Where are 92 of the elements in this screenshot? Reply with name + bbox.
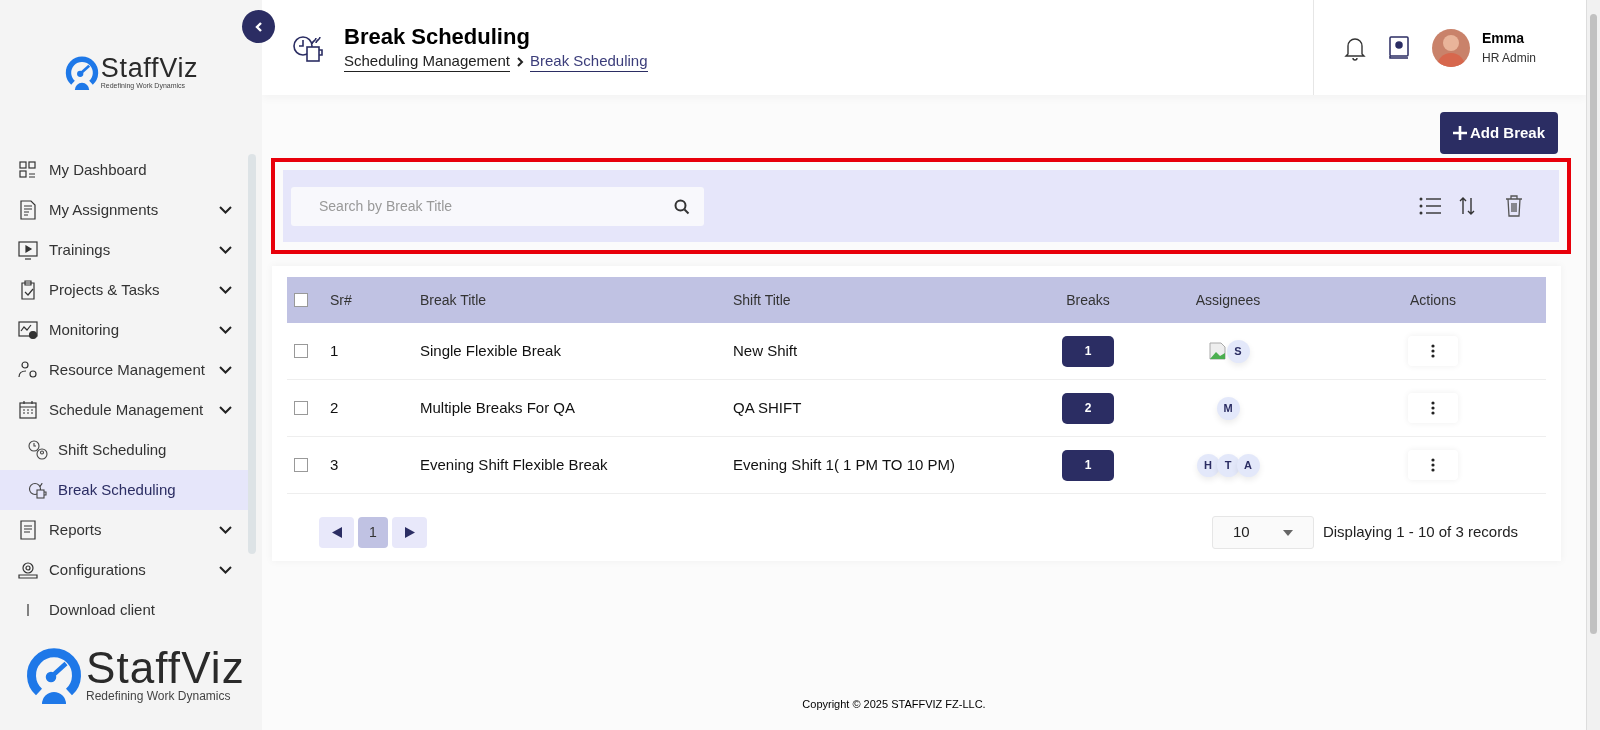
search-icon	[674, 198, 690, 215]
table-cell-text: Evening Shift 1( 1 PM TO 10 PM)	[733, 454, 957, 475]
chevron-down-icon	[219, 366, 232, 374]
logo-wordmark: StaffViz	[100, 55, 199, 82]
triangle-right-icon	[404, 527, 415, 538]
chevron-down-icon	[219, 566, 232, 574]
table-cell-text: 1	[330, 340, 340, 361]
row-checkbox[interactable]	[294, 401, 308, 415]
chart-gauge-icon	[18, 320, 38, 340]
table-cell-text: 3	[330, 454, 340, 475]
actions-button[interactable]	[1408, 450, 1458, 480]
clock-user-icon	[28, 440, 48, 460]
table-cell-text: Single Flexible Break	[420, 340, 562, 361]
play-screen-icon	[18, 240, 38, 260]
document-icon	[18, 200, 38, 220]
chevron-down-icon	[219, 326, 232, 334]
page-button[interactable]: 1	[358, 517, 388, 548]
nav-item[interactable]: My Dashboard	[0, 150, 248, 190]
list-icon[interactable]	[1419, 197, 1441, 215]
logo-tagline: Redefining Work Dynamics	[86, 690, 232, 702]
table-cell-text: Multiple Breaks For QA	[420, 397, 577, 418]
chevron-down-icon	[219, 206, 232, 214]
nav-item[interactable]: Schedule Management	[0, 390, 248, 430]
logo-icon	[63, 54, 100, 90]
coffee-clock-icon	[28, 480, 48, 500]
nav-item[interactable]: Resource Management	[0, 350, 248, 390]
assignee-avatar: M	[1216, 396, 1240, 420]
breadcrumb-link[interactable]: Scheduling Management	[344, 52, 510, 73]
chevron-down-icon	[219, 526, 232, 534]
avatar[interactable]	[1431, 28, 1470, 67]
nav-subitem[interactable]: Shift Scheduling	[0, 430, 248, 470]
column-header: Shift Title	[733, 290, 792, 310]
breadcrumb-link[interactable]: Break Scheduling	[529, 52, 648, 73]
user-role: HR Admin	[1481, 50, 1536, 67]
actions-button[interactable]	[1408, 393, 1458, 423]
caret-down-icon	[1282, 529, 1293, 536]
more-vertical-icon	[1431, 344, 1435, 358]
report-icon	[18, 520, 38, 540]
nav-item[interactable]: Configurations	[0, 550, 248, 590]
nav-item[interactable]: Monitoring	[0, 310, 248, 350]
gear-screen-icon	[18, 560, 38, 580]
records-summary: Displaying 1 - 10 of 3 records	[1322, 522, 1518, 543]
page-title: Break Scheduling	[344, 22, 531, 51]
column-header: Sr#	[330, 290, 353, 310]
nav-item[interactable]: Trainings	[0, 230, 248, 270]
broken-image-icon	[1209, 342, 1227, 360]
assignee-avatar: A	[1236, 453, 1260, 477]
breaks-count-badge: 1	[1062, 335, 1114, 367]
table-cell-text: Evening Shift Flexible Break	[420, 454, 609, 475]
copyright-text: Copyright © 2025 STAFFVIZ FZ-LLC.	[801, 696, 987, 712]
table-cell-text: New Shift	[733, 340, 799, 361]
user-name: Emma	[1481, 29, 1525, 48]
nav-item[interactable]: Reports	[0, 510, 248, 550]
column-header: Actions	[1409, 290, 1457, 310]
nav-subitem[interactable]: Break Scheduling	[0, 470, 248, 510]
nav-item[interactable]: Projects & Tasks	[0, 270, 248, 310]
calendar-icon	[18, 400, 38, 420]
trash-icon[interactable]	[1505, 195, 1523, 217]
previous-page-button[interactable]	[319, 517, 354, 548]
clipboard-check-icon	[18, 280, 38, 300]
more-vertical-icon	[1431, 401, 1435, 415]
chevron-down-icon	[219, 406, 232, 414]
next-page-button[interactable]	[392, 517, 427, 548]
row-checkbox[interactable]	[294, 458, 308, 472]
assignee-avatar: H	[1196, 453, 1220, 477]
breaks-count-badge: 2	[1062, 392, 1114, 424]
grid-icon	[18, 160, 38, 180]
select-all-checkbox[interactable]	[294, 293, 308, 307]
page-size-select[interactable]: 10	[1211, 516, 1314, 549]
more-vertical-icon	[1431, 458, 1435, 472]
nav-item[interactable]: My Assignments	[0, 190, 248, 230]
table-cell-text: 2	[330, 397, 340, 418]
column-header: Break Title	[420, 290, 488, 310]
assignee-avatar: S	[1226, 339, 1250, 363]
actions-button[interactable]	[1408, 336, 1458, 366]
row-checkbox[interactable]	[294, 344, 308, 358]
column-header: Breaks	[1065, 290, 1111, 310]
chevron-down-icon	[219, 286, 232, 294]
table-cell-text: QA SHIFT	[733, 397, 803, 418]
chevron-right-icon	[515, 57, 524, 68]
column-header: Assignees	[1194, 290, 1262, 310]
assignee-avatar: T	[1216, 453, 1240, 477]
plus-icon	[1452, 126, 1467, 140]
logo-wordmark: StaffViz	[86, 646, 245, 690]
scrollbar[interactable]	[1590, 14, 1597, 634]
breaks-count-badge: 1	[1062, 449, 1114, 481]
sort-icon[interactable]	[1459, 196, 1475, 216]
chevron-down-icon	[219, 246, 232, 254]
nav-item[interactable]: Download client	[0, 590, 248, 628]
triangle-left-icon	[331, 527, 342, 538]
add-break-button[interactable]: Add Break	[1439, 112, 1558, 154]
search-field[interactable]: Search by Break Title	[291, 186, 704, 226]
